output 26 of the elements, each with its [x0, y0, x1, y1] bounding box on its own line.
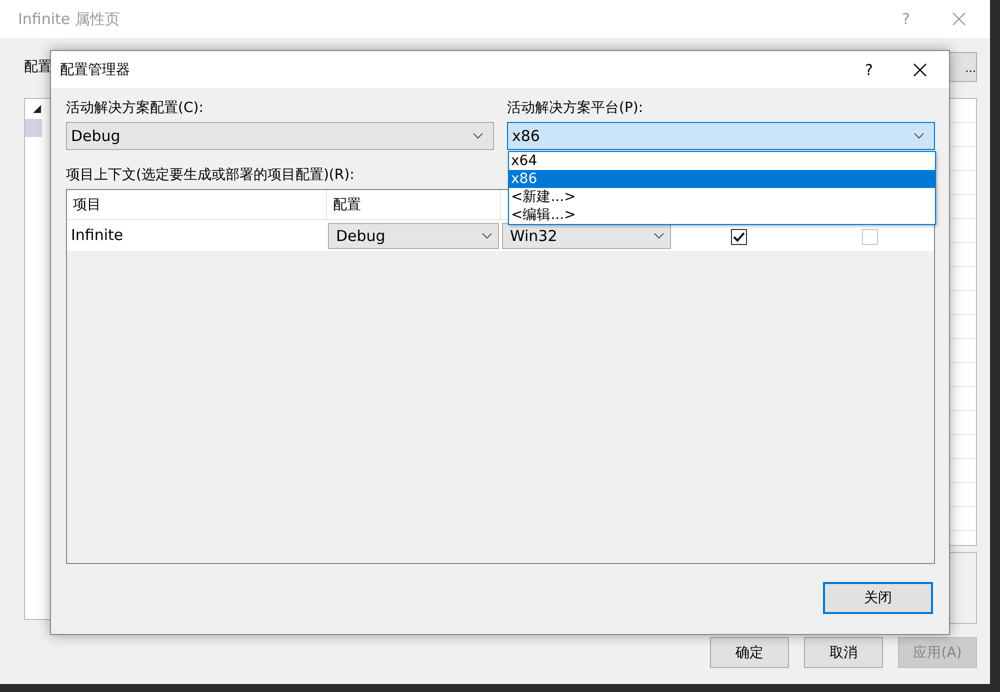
dialog-title: 配置管理器: [60, 60, 131, 78]
window-title: Infinite 属性页: [18, 10, 121, 28]
dropdown-option[interactable]: <新建...>: [509, 188, 935, 206]
chevron-icon: [473, 133, 483, 139]
field-label: 活动解决方案配置(C):: [66, 100, 204, 116]
more-button[interactable]: ...: [949, 52, 977, 82]
field-label: 项目上下文(选定要生成或部署的项目配置)(R):: [66, 167, 354, 183]
chevron-icon: [654, 233, 664, 239]
dropdown-option[interactable]: x64: [509, 152, 935, 170]
platform-dropdown[interactable]: x86: [507, 122, 935, 150]
platform-dropdown[interactable]: Win32: [502, 223, 671, 249]
build-checkbox[interactable]: [731, 228, 747, 244]
chevron-icon: [482, 233, 492, 239]
dialog-button[interactable]: 确定: [710, 637, 789, 668]
dialog-button[interactable]: 取消: [804, 637, 883, 668]
config-dropdown[interactable]: Debug: [66, 122, 494, 150]
config-dropdown[interactable]: Debug: [328, 223, 499, 249]
dropdown-option[interactable]: x86: [509, 170, 935, 188]
help-button[interactable]: ?: [865, 60, 873, 78]
dropdown-option[interactable]: <编辑...>: [509, 206, 935, 224]
chevron-icon: [914, 133, 924, 139]
expand-icon[interactable]: [33, 105, 41, 113]
close-icon[interactable]: [913, 62, 927, 76]
field-label: 活动解决方案平台(P):: [507, 100, 644, 116]
table-cell-text: Infinite: [70, 225, 124, 246]
close-button[interactable]: 关闭: [823, 582, 933, 614]
